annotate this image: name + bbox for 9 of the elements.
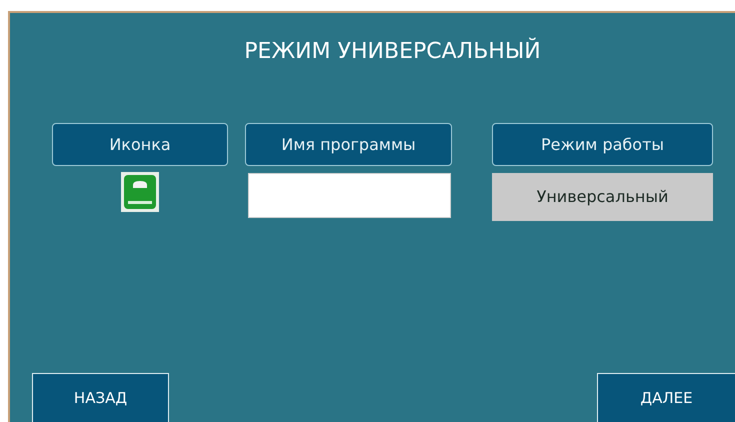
next-button[interactable]: ДАЛЕЕ [597, 373, 735, 422]
program-name-field[interactable] [248, 173, 451, 218]
column-header: Иконка [52, 123, 228, 166]
column-header: Режим работы [492, 123, 713, 166]
back-button[interactable]: НАЗАД [32, 373, 169, 422]
mode-value[interactable]: Универсальный [492, 173, 713, 221]
screen-title: РЕЖИМ УНИВЕРСАЛЬНЫЙ [244, 36, 541, 66]
column-header: Имя программы [245, 123, 452, 166]
chef-hat-icon[interactable] [121, 172, 159, 212]
